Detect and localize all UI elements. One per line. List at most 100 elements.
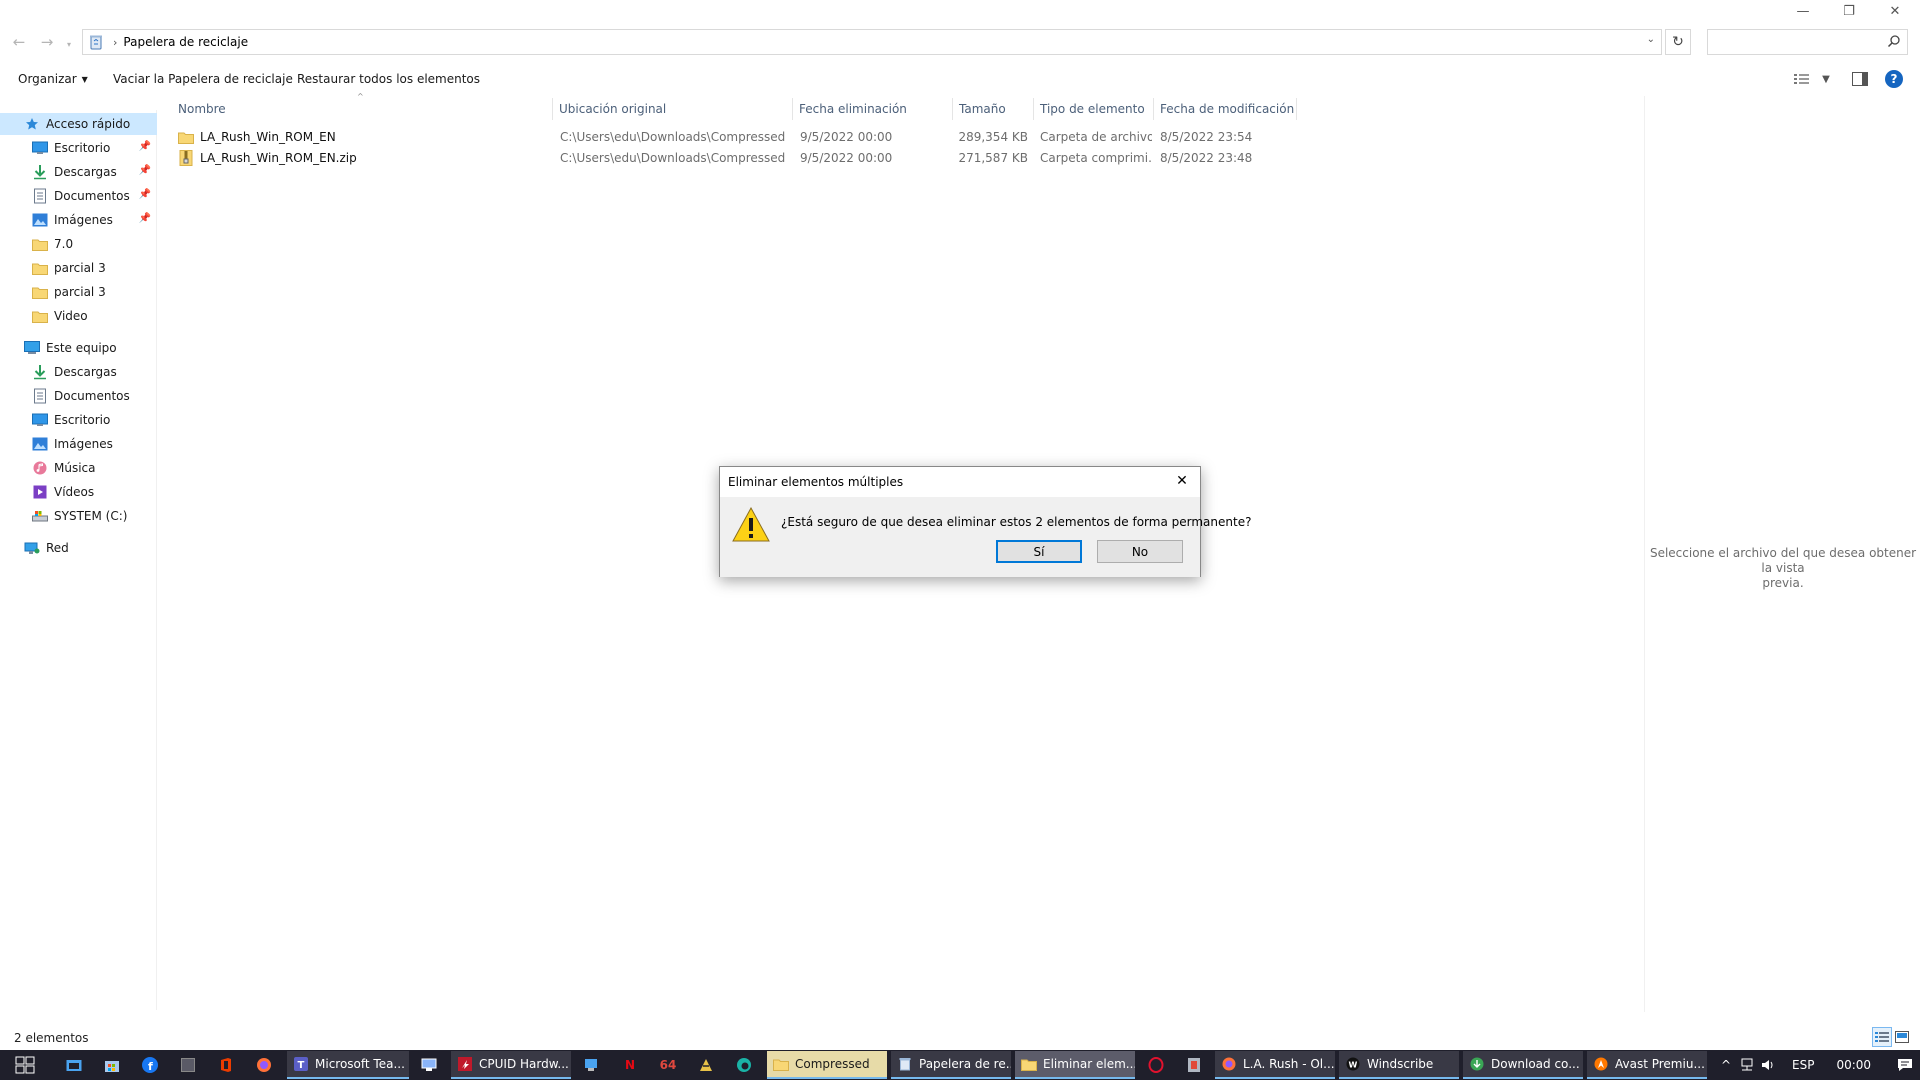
taskbar-app-firefox-la-rush[interactable]: L.A. Rush - Ol... <box>1215 1051 1335 1079</box>
column-header-date-modified[interactable]: Fecha de modificación <box>1154 98 1297 120</box>
help-icon[interactable]: ? <box>1885 70 1903 88</box>
recent-locations-chevron-icon[interactable]: ▾ <box>62 33 76 55</box>
search-input[interactable] <box>1707 29 1908 55</box>
nav-pc-system-drive[interactable]: SYSTEM (C:) <box>0 505 157 527</box>
teams-icon: T <box>293 1056 309 1072</box>
nav-item-label: Escritorio <box>54 141 111 155</box>
restore-button[interactable]: ❐ <box>1826 0 1872 22</box>
tray-overflow-chevron-icon[interactable]: ^ <box>1716 1058 1736 1072</box>
taskbar-app-avast[interactable]: Avast Premiu... <box>1587 1051 1707 1079</box>
title-bar: — ❐ ✕ <box>0 0 1920 22</box>
file-date-modified: 8/5/2022 23:54 <box>1160 130 1253 144</box>
zip-folder-icon <box>178 150 194 166</box>
dialog-close-icon[interactable]: ✕ <box>1172 471 1192 491</box>
remote-app-icon[interactable] <box>414 1054 444 1076</box>
file-date-modified: 8/5/2022 23:48 <box>1160 151 1253 165</box>
input-language[interactable]: ESP <box>1792 1058 1814 1072</box>
minimize-button[interactable]: — <box>1780 0 1826 22</box>
app-icon[interactable] <box>173 1054 203 1076</box>
nav-quick-access[interactable]: Acceso rápido <box>0 113 157 135</box>
file-row[interactable]: LA_Rush_Win_ROM_EN.zip C:\Users\edu\Down… <box>172 148 1297 168</box>
nav-this-pc[interactable]: Este equipo <box>0 337 157 359</box>
nav-pc-documentos[interactable]: Documentos <box>0 385 157 407</box>
back-arrow-icon[interactable]: ← <box>8 31 30 53</box>
folder-icon <box>32 308 48 324</box>
volume-icon[interactable] <box>1758 1058 1780 1072</box>
network-tool-icon[interactable] <box>577 1054 607 1076</box>
column-header-name[interactable]: Nombre <box>172 98 553 120</box>
address-dropdown-chevron-icon[interactable]: ⌄ <box>1647 34 1655 45</box>
column-header-item-type[interactable]: Tipo de elemento <box>1034 98 1154 120</box>
column-header-date-deleted[interactable]: Fecha eliminación <box>793 98 953 120</box>
nav-item-label: Imágenes <box>54 437 113 451</box>
taskbar-app-delete-dialog[interactable]: Eliminar elem... <box>1015 1051 1135 1079</box>
nav-pc-imagenes[interactable]: Imágenes <box>0 433 157 455</box>
details-view-icon[interactable] <box>1872 1027 1892 1047</box>
firefox-icon <box>1221 1056 1237 1072</box>
nav-network[interactable]: Red <box>0 537 157 559</box>
folder-icon <box>32 236 48 252</box>
task-view-icon[interactable] <box>10 1054 40 1076</box>
taskbar-app-label: Avast Premiu... <box>1615 1057 1705 1071</box>
pin-icon: 📌 <box>138 189 151 200</box>
edge-icon[interactable] <box>729 1054 759 1076</box>
dialog-body: ¿Está seguro de que desea eliminar estos… <box>720 497 1251 577</box>
taskbar-app-download[interactable]: Download co... <box>1463 1051 1583 1079</box>
file-row[interactable]: LA_Rush_Win_ROM_EN C:\Users\edu\Download… <box>172 127 1297 147</box>
organize-caret-icon: ▼ <box>81 74 88 84</box>
opera-icon[interactable] <box>1141 1054 1171 1076</box>
nav-pc-videos[interactable]: Vídeos <box>0 481 157 503</box>
action-center-icon[interactable] <box>1897 1058 1913 1072</box>
system-clock[interactable]: 00:00 <box>1836 1058 1871 1072</box>
nav-pc-musica[interactable]: Música <box>0 457 157 479</box>
breadcrumb-recycle-bin[interactable]: Papelera de reciclaje <box>123 35 248 49</box>
store-icon[interactable] <box>97 1054 127 1076</box>
nav-item-descargas[interactable]: Descargas 📌 <box>0 161 157 183</box>
netflix-icon[interactable]: N <box>615 1054 645 1076</box>
nav-item-label: Música <box>54 461 96 475</box>
taskbar-app-teams[interactable]: T Microsoft Tea... <box>287 1051 409 1079</box>
utility-app-icon[interactable] <box>1179 1054 1209 1076</box>
refresh-icon[interactable]: ↻ <box>1665 29 1691 55</box>
dialog-title: Eliminar elementos múltiples <box>728 475 904 489</box>
nav-item-escritorio[interactable]: Escritorio 📌 <box>0 137 157 159</box>
firefox-icon[interactable] <box>249 1054 279 1076</box>
large-icons-view-icon[interactable] <box>1892 1027 1912 1047</box>
address-bar[interactable]: › Papelera de reciclaje ⌄ <box>82 29 1662 55</box>
no-button[interactable]: No <box>1097 540 1183 563</box>
taskbar-app-windscribe[interactable]: W Windscribe <box>1339 1051 1459 1079</box>
nav-item-parcial-3-b[interactable]: parcial 3 <box>0 281 157 303</box>
taskbar-app-cpuid[interactable]: CPUID Hardw... <box>451 1051 571 1079</box>
nav-item-imagenes[interactable]: Imágenes 📌 <box>0 209 157 231</box>
facebook-icon[interactable]: f <box>135 1054 165 1076</box>
organize-menu[interactable]: Organizar ▼ <box>18 68 88 90</box>
close-window-button[interactable]: ✕ <box>1872 0 1918 22</box>
nav-item-documentos[interactable]: Documentos 📌 <box>0 185 157 207</box>
yes-button[interactable]: Sí <box>996 540 1082 563</box>
nav-pc-escritorio[interactable]: Escritorio <box>0 409 157 431</box>
view-dropdown-caret-icon[interactable]: ▼ <box>1814 68 1838 90</box>
column-header-original-location[interactable]: Ubicación original <box>553 98 793 120</box>
file-name-cell: LA_Rush_Win_ROM_EN.zip <box>178 148 548 168</box>
command-bar: Organizar ▼ Vaciar la Papelera de recicl… <box>0 68 1920 90</box>
restore-all-button[interactable]: Restaurar todos los elementos <box>297 68 480 90</box>
empty-recycle-bin-button[interactable]: Vaciar la Papelera de reciclaje <box>113 68 293 90</box>
network-status-icon[interactable] <box>1736 1058 1758 1072</box>
preview-pane-icon[interactable] <box>1848 68 1872 90</box>
nav-item-parcial-3[interactable]: parcial 3 <box>0 257 157 279</box>
nav-pc-descargas[interactable]: Descargas <box>0 361 157 383</box>
taskbar-app-compressed-folder[interactable]: Compressed <box>767 1051 887 1079</box>
winrar-like-icon[interactable] <box>691 1054 721 1076</box>
nav-item-folder-7-0[interactable]: 7.0 <box>0 233 157 255</box>
file-explorer-app-icon[interactable] <box>59 1054 89 1076</box>
office-icon[interactable] <box>211 1054 241 1076</box>
pictures-icon <box>32 436 48 452</box>
taskbar-app-recycle-bin[interactable]: Papelera de re... <box>891 1051 1011 1079</box>
aida64-icon[interactable]: 64 <box>653 1054 683 1076</box>
star-icon <box>24 116 40 132</box>
change-view-icon[interactable] <box>1790 68 1814 90</box>
nav-item-label: Descargas <box>54 365 117 379</box>
forward-arrow-icon[interactable]: → <box>36 31 58 53</box>
nav-item-video[interactable]: Video <box>0 305 157 327</box>
column-header-size[interactable]: Tamaño <box>953 98 1034 120</box>
